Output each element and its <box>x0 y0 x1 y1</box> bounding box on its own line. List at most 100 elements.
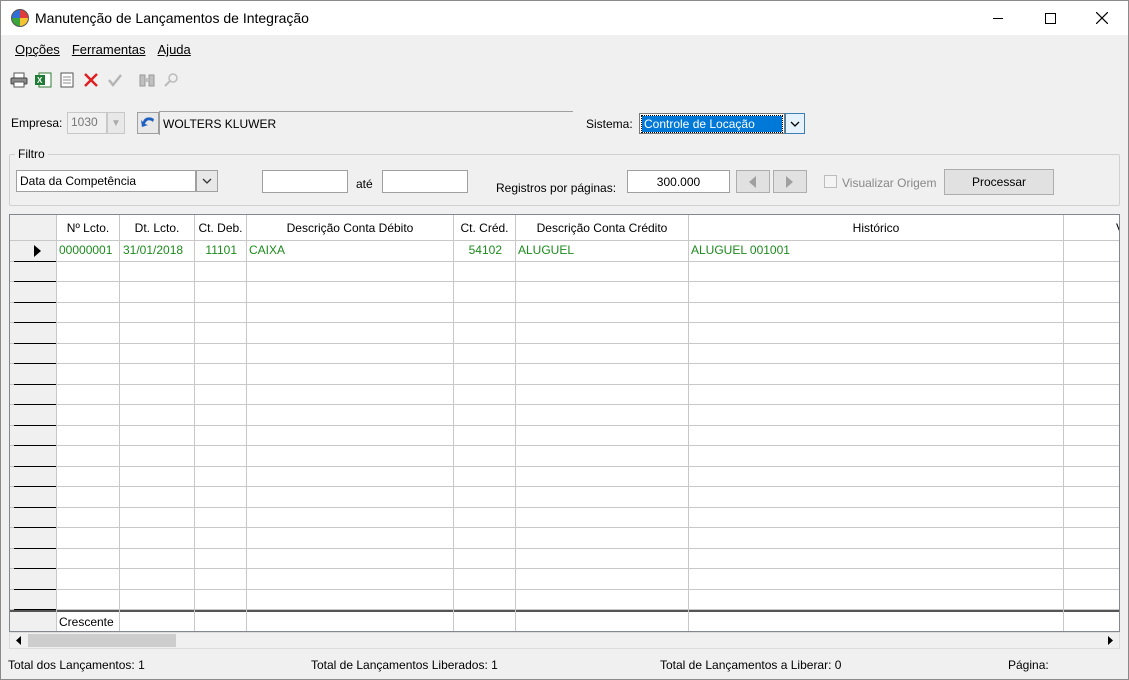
row-indicator-line <box>14 302 56 303</box>
grid-row-divider <box>10 404 1119 405</box>
status-liberados: Total de Lançamentos Liberados: 1 <box>311 658 498 672</box>
chevron-down-icon <box>790 121 800 127</box>
cell-ct-deb[interactable]: 11101 <box>195 240 237 260</box>
date-to-input[interactable] <box>382 170 468 193</box>
sistema-dropdown-button[interactable] <box>785 113 805 134</box>
date-type-dropdown-button[interactable] <box>196 170 218 192</box>
grid-row-divider <box>10 445 1119 446</box>
grid-row-divider <box>10 466 1119 467</box>
empresa-dropdown-button[interactable]: ▼ <box>107 112 125 134</box>
maximize-button[interactable] <box>1027 1 1073 35</box>
col-header-v[interactable]: V <box>1064 215 1119 240</box>
grid-row-divider <box>10 322 1119 323</box>
col-header-n-lcto[interactable]: Nº Lcto. <box>57 215 119 240</box>
empresa-name: WOLTERS KLUWER <box>159 111 573 135</box>
menu-bar: Opções Ferramentas Ajuda <box>1 39 1128 61</box>
scrollbar-thumb[interactable] <box>28 634 176 647</box>
grid-row-divider <box>10 507 1119 508</box>
cell-desc-cred[interactable]: ALUGUEL <box>518 240 574 260</box>
scroll-left-button[interactable] <box>10 633 27 648</box>
grid-row-divider <box>10 609 1119 610</box>
next-page-button[interactable] <box>773 170 807 193</box>
date-from-input[interactable] <box>262 170 348 193</box>
cell-n-lcto[interactable]: 00000001 <box>59 240 112 260</box>
row-indicator-line <box>14 527 56 528</box>
binoculars-icon[interactable] <box>137 70 157 90</box>
arrow-right-icon <box>1107 636 1113 645</box>
row-indicator-line <box>14 568 56 569</box>
grid-row-divider <box>10 261 1119 262</box>
status-total: Total dos Lançamentos: 1 <box>8 658 145 672</box>
grid-row-divider <box>10 568 1119 569</box>
cell-ct-cred[interactable]: 54102 <box>454 240 502 260</box>
svg-text:X: X <box>37 76 43 85</box>
visualizar-origem-checkbox[interactable] <box>824 175 837 188</box>
col-header-ct-deb[interactable]: Ct. Deb. <box>195 215 246 240</box>
status-pagina: Página: <box>1008 658 1049 672</box>
excel-icon[interactable]: X <box>33 70 53 90</box>
row-indicator-line <box>14 507 56 508</box>
grid-row-divider <box>10 363 1119 364</box>
minimize-button[interactable] <box>975 1 1021 35</box>
ate-label: até <box>356 177 373 191</box>
col-header-dt-lcto[interactable]: Dt. Lcto. <box>120 215 194 240</box>
grid-row-divider <box>10 384 1119 385</box>
grid-row-divider <box>10 527 1119 528</box>
arrow-left-icon <box>15 636 21 645</box>
cell-historico[interactable]: ALUGUEL 001001 <box>691 240 790 260</box>
empresa-lookup-button[interactable] <box>137 112 159 134</box>
app-icon <box>11 9 29 27</box>
undo-arrow-icon <box>141 117 154 127</box>
empresa-label: Empresa: <box>11 116 63 130</box>
registros-label: Registros por páginas: <box>496 181 617 195</box>
registros-input[interactable]: 300.000 <box>627 170 730 193</box>
row-indicator-line <box>14 445 56 446</box>
empresa-code-field[interactable]: 1030 <box>67 112 107 134</box>
minimize-icon <box>993 17 1003 19</box>
visualizar-origem-label: Visualizar Origem <box>842 176 937 190</box>
print-icon[interactable] <box>9 70 29 90</box>
toolbar: X <box>9 69 181 91</box>
row-indicator-line <box>14 261 56 262</box>
processar-label: Processar <box>971 175 1027 189</box>
document-icon[interactable] <box>57 70 77 90</box>
col-header-desc-deb[interactable]: Descrição Conta Débito <box>247 215 453 240</box>
lancamentos-grid[interactable]: Nº Lcto. Dt. Lcto. Ct. Deb. Descrição Co… <box>9 214 1120 632</box>
grid-row-divider <box>10 548 1119 549</box>
grid-row-divider <box>10 486 1119 487</box>
delete-icon[interactable] <box>81 70 101 90</box>
row-indicator-line <box>14 363 56 364</box>
scroll-right-button[interactable] <box>1102 633 1119 648</box>
horizontal-scrollbar[interactable] <box>9 632 1120 649</box>
confirm-icon[interactable] <box>105 70 125 90</box>
sistema-select[interactable]: Controle de Locação <box>639 113 785 134</box>
sistema-selected-value: Controle de Locação <box>641 115 783 133</box>
row-indicator-line <box>14 322 56 323</box>
search-icon[interactable] <box>161 70 181 90</box>
processar-button[interactable]: Processar <box>944 169 1054 195</box>
col-header-historico[interactable]: Histórico <box>689 215 1063 240</box>
row-indicator-line <box>14 404 56 405</box>
row-indicator-line <box>14 425 56 426</box>
menu-ferramentas[interactable]: Ferramentas <box>68 39 154 61</box>
date-type-select[interactable]: Data da Competência <box>16 170 196 192</box>
close-icon <box>1096 12 1108 24</box>
grid-row-divider <box>10 302 1119 303</box>
prev-page-button[interactable] <box>736 170 770 193</box>
status-a-liberar: Total de Lançamentos a Liberar: 0 <box>660 658 842 672</box>
row-indicator-line <box>14 609 56 610</box>
close-button[interactable] <box>1079 1 1125 35</box>
grid-row-divider <box>10 240 1119 241</box>
current-row-arrow-icon <box>34 245 41 257</box>
chevron-down-icon <box>202 178 212 184</box>
col-header-desc-cred[interactable]: Descrição Conta Crédito <box>516 215 688 240</box>
arrow-left-icon <box>749 175 756 188</box>
cell-desc-deb[interactable]: CAIXA <box>249 240 285 260</box>
cell-dt-lcto[interactable]: 31/01/2018 <box>123 240 183 260</box>
menu-ajuda[interactable]: Ajuda <box>154 39 199 61</box>
row-indicator-line <box>14 466 56 467</box>
menu-opcoes[interactable]: Opções <box>1 39 68 61</box>
col-header-ct-cred[interactable]: Ct. Créd. <box>454 215 515 240</box>
title-bar: Manutenção de Lançamentos de Integração <box>1 1 1128 35</box>
grid-row-divider <box>10 343 1119 344</box>
